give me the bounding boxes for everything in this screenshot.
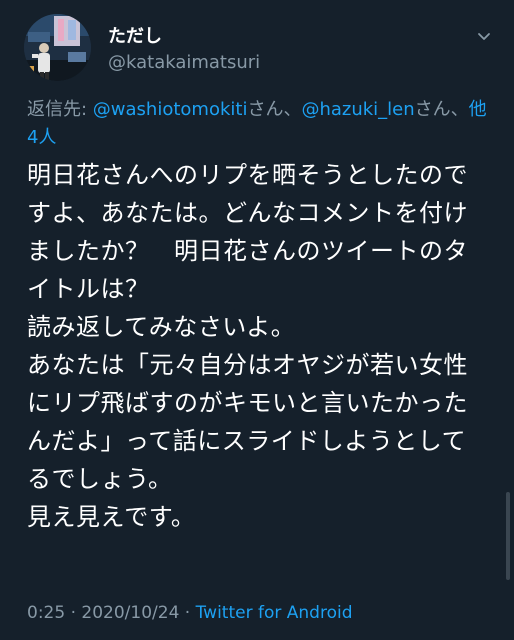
author-handle[interactable]: @katakaimatsuri: [108, 52, 260, 73]
mention-link-washiotomokiti[interactable]: @washiotomokiti: [93, 99, 248, 120]
chevron-down-icon[interactable]: [476, 28, 492, 44]
scrollbar[interactable]: [506, 492, 510, 580]
tweet-meta: 0:25 · 2020/10/24 · Twitter for Android: [27, 603, 353, 623]
meta-separator: ·: [179, 603, 196, 623]
reply-to-joiner: さん、: [414, 99, 469, 120]
tweet-time[interactable]: 0:25: [27, 603, 65, 623]
reply-to-joiner: さん、: [247, 99, 302, 120]
tweet-date[interactable]: 2020/10/24: [81, 603, 179, 623]
mention-link-hazuki-len[interactable]: @hazuki_len: [301, 99, 414, 120]
tweet-detail: ただし @katakaimatsuri 返信先: @washiotomokiti…: [0, 0, 514, 640]
avatar-photo: [24, 14, 91, 81]
tweet-text: 明日花さんへのリプを晒そうとしたのですよ、あなたは。どんなコメントを付けましたか…: [27, 161, 468, 531]
reply-to-line: 返信先: @washiotomokitiさん、@hazuki_lenさん、他4人: [27, 96, 489, 152]
avatar[interactable]: [24, 14, 91, 81]
reply-to-prefix: 返信先:: [27, 99, 93, 120]
author-display-name[interactable]: ただし: [108, 22, 162, 48]
meta-separator: ·: [65, 603, 82, 623]
tweet-source-link[interactable]: Twitter for Android: [196, 603, 353, 623]
